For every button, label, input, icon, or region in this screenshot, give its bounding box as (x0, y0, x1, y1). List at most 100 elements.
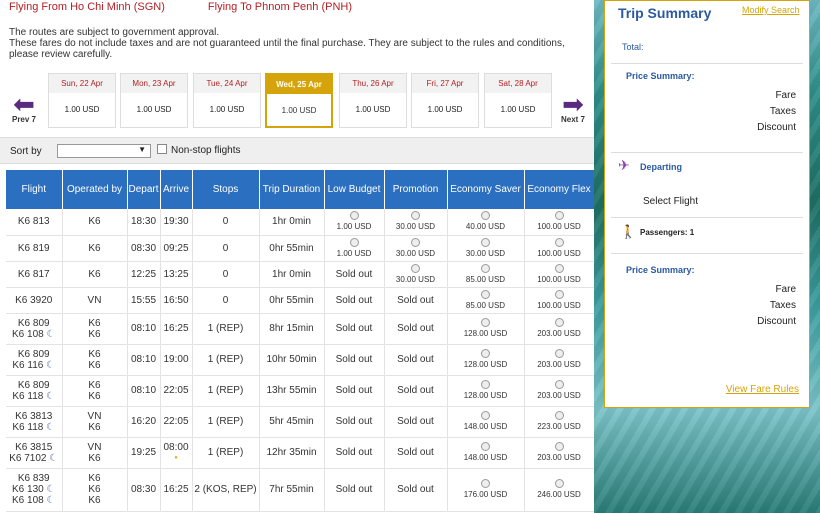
fare-radio[interactable] (411, 263, 420, 273)
fare-radio[interactable] (554, 349, 564, 358)
sold-out-text: Sold out (335, 385, 373, 396)
fare-radio[interactable] (411, 211, 420, 221)
fare-cell: Sold out (324, 313, 385, 345)
flight-number-line: K6 118 ☾ (6, 391, 61, 402)
operator-code: VN (87, 294, 102, 306)
fare-radio[interactable] (554, 380, 564, 389)
next-7-button[interactable]: ➡ Next 7 (553, 89, 593, 124)
fare-radio[interactable] (554, 289, 564, 299)
fare-radio[interactable] (349, 237, 359, 247)
sort-bar: Sort by ▼ Non-stop flights (0, 137, 594, 164)
fare-cell: 148.00 USD (447, 406, 525, 438)
modify-search-link[interactable]: Modify Search (742, 5, 800, 15)
select-flight-text: Select Flight (643, 196, 699, 207)
fare-radio[interactable] (481, 349, 490, 358)
flight-row: K6 809 K6 118 ☾ K6 K6 08:10 22:05 1 (REP) 13hr … (6, 375, 594, 407)
fare-radio[interactable] (349, 211, 359, 221)
fare-radio[interactable] (554, 263, 564, 273)
fare-cell: 100.00 USD (524, 261, 594, 288)
sold-out-text: Sold out (335, 294, 373, 306)
flight-number-line: K6 3815 (6, 442, 61, 453)
date-card[interactable]: Mon, 23 Apr 1.00 USD (120, 73, 188, 128)
sold-out-text: Sold out (397, 484, 434, 495)
fare-cell: 223.00 USD (524, 406, 594, 438)
fare-radio[interactable] (554, 479, 564, 488)
fare-cell: 176.00 USD (447, 468, 525, 512)
fare-radio[interactable] (481, 318, 490, 327)
fare-radio[interactable] (554, 211, 564, 221)
flight-row: K6 3815 K6 7102 ☾ VN K6 19:25 08:00 ● 1 (REP) 12… (6, 437, 594, 469)
fare-radio[interactable] (481, 237, 490, 247)
arrow-right-icon: ➡ (562, 89, 584, 119)
fare-cell: 1.00 USD (324, 235, 385, 262)
fare-radio[interactable] (481, 380, 490, 389)
fare-radio[interactable] (411, 237, 420, 247)
date-card[interactable]: Sun, 22 Apr 1.00 USD (48, 73, 116, 128)
sold-out-text: Sold out (335, 323, 373, 334)
fare-cell: Sold out (384, 287, 448, 314)
column-header: Promotion (384, 170, 448, 209)
date-card[interactable]: Wed, 25 Apr 1.00 USD (265, 73, 333, 128)
date-label: Tue, 24 Apr (194, 74, 260, 93)
stops-value: 1 (REP) (207, 447, 244, 458)
sort-select[interactable]: ▼ (57, 144, 151, 158)
flight-number-line: K6 3813 (6, 411, 61, 422)
fare-radio[interactable] (554, 237, 564, 247)
summary-title: Trip Summary (618, 5, 712, 21)
flight-row: K6 3920 VN 15:55 16:50 0 0hr 55min Sold out Sol… (6, 287, 594, 314)
flight-number-line: K6 7102 ☾ (6, 453, 61, 464)
divider (611, 253, 803, 254)
fare-price: 128.00 USD (463, 360, 508, 369)
flight-row: K6 819 K6 08:30 09:25 0 0hr 55min 1.00 USD 30.0… (6, 235, 594, 262)
fare-cell: 40.00 USD (447, 209, 525, 236)
duration-value: 13hr 55min (266, 385, 317, 396)
operator-code: K6 (88, 452, 101, 464)
fare-radio[interactable] (554, 318, 564, 327)
fare-price: 85.00 USD (465, 274, 506, 284)
passengers-count: Passengers: 1 (640, 228, 695, 237)
date-card[interactable]: Thu, 26 Apr 1.00 USD (339, 73, 407, 128)
date-card[interactable]: Fri, 27 Apr 1.00 USD (411, 73, 479, 128)
flight-number: K6 116 (12, 359, 44, 371)
operated-by-cell: K6 (62, 235, 128, 262)
duration-cell: 0hr 55min (259, 287, 325, 314)
depart-time: 08:10 (130, 354, 157, 365)
operator-code: K6 (88, 348, 101, 360)
depart-cell: 15:55 (127, 287, 161, 314)
fare-cell: 128.00 USD (447, 344, 525, 376)
fare-cell: Sold out (324, 287, 385, 314)
duration-cell: 1hr 0min (259, 209, 325, 236)
duration-cell: 13hr 55min (259, 375, 325, 407)
fare-radio[interactable] (481, 442, 490, 451)
operated-by-cell: K6 (62, 209, 128, 236)
taxes-label: Taxes (769, 106, 796, 117)
column-header: Flight (6, 170, 63, 209)
view-fare-rules-link[interactable]: View Fare Rules (726, 384, 799, 395)
flight-number-line: K6 813 (6, 216, 61, 227)
fare-radio[interactable] (481, 479, 490, 488)
fare-price: 148.00 USD (463, 422, 508, 431)
nonstop-checkbox[interactable] (157, 144, 167, 154)
flight-number: K6 839 (17, 473, 50, 484)
fare-radio[interactable] (481, 289, 490, 299)
date-card[interactable]: Sat, 28 Apr 1.00 USD (484, 73, 552, 128)
sold-out-text: Sold out (335, 447, 373, 458)
fare-radio[interactable] (554, 442, 564, 451)
notice-line: please review carefully. (9, 49, 113, 60)
fare-radio[interactable] (481, 211, 490, 221)
fare-price: 85.00 USD (465, 300, 506, 310)
fare-price: 30.00 USD (395, 222, 436, 232)
depart-time: 15:55 (130, 294, 157, 306)
date-card[interactable]: Tue, 24 Apr 1.00 USD (193, 73, 261, 128)
operator-code: K6 (88, 268, 101, 280)
flight-number: K6 809 (17, 348, 50, 360)
fare-radio[interactable] (481, 263, 490, 273)
depart-cell: 08:10 (127, 375, 161, 407)
fare-radio[interactable] (481, 411, 490, 420)
overnight-moon-icon: ☾ (43, 484, 56, 495)
fare-cell: Sold out (384, 437, 448, 469)
operated-by-cell: K6 K6 K6 (62, 468, 128, 512)
prev-7-button[interactable]: ⬅ Prev 7 (4, 91, 44, 124)
fare-radio[interactable] (554, 411, 564, 420)
route-to: Flying To Phnom Penh (PNH) (207, 1, 353, 13)
